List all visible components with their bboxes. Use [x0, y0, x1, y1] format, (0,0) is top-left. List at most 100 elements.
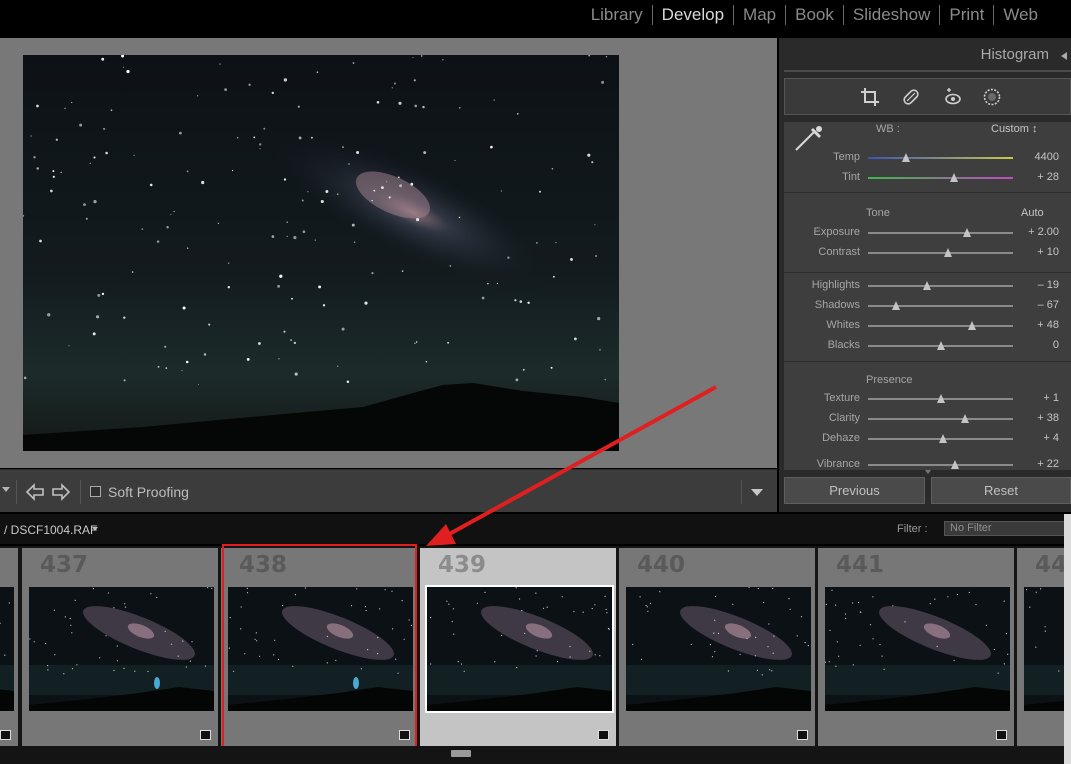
thumbnail[interactable] — [1024, 587, 1064, 711]
tint-slider[interactable] — [868, 177, 1013, 179]
red-eye-icon[interactable] — [943, 87, 963, 107]
exposure-slider[interactable] — [868, 232, 1013, 234]
contrast-slider-thumb[interactable] — [943, 248, 952, 257]
histogram-divider — [784, 70, 1071, 72]
histogram-title[interactable]: Histogram — [981, 46, 1049, 63]
module-web[interactable]: Web — [994, 5, 1047, 25]
image-toolbar: Soft Proofing — [0, 469, 777, 512]
exposure-value[interactable]: + 2.00 — [1011, 226, 1059, 238]
frame-number: 437 — [40, 552, 89, 578]
previous-button[interactable]: Previous — [784, 477, 925, 504]
temp-value[interactable]: 4400 — [1011, 151, 1059, 163]
chevron-down-icon[interactable] — [92, 527, 98, 531]
healing-brush-icon[interactable] — [901, 87, 921, 107]
arrow-left-icon[interactable] — [25, 482, 45, 502]
module-bar: Library Develop Map Book Slideshow Print Web — [0, 0, 1071, 36]
thumbnail[interactable] — [425, 585, 614, 713]
highlights-value[interactable]: – 19 — [1011, 279, 1059, 291]
clarity-slider-thumb[interactable] — [961, 414, 970, 423]
wb-label: WB : — [876, 123, 900, 135]
highlights-slider[interactable] — [868, 285, 1013, 287]
main-photo[interactable] — [23, 55, 619, 451]
filmstrip-scrollbar[interactable] — [0, 746, 1064, 764]
thumbnail[interactable] — [825, 587, 1010, 711]
filmstrip: 437 438 439 440 441 44 — [0, 546, 1064, 746]
soft-proofing-label: Soft Proofing — [108, 484, 189, 500]
contrast-value[interactable]: + 10 — [1011, 246, 1059, 258]
clarity-value[interactable]: + 38 — [1011, 412, 1059, 424]
filmstrip-cell[interactable] — [0, 548, 18, 746]
edited-badge-icon — [996, 730, 1007, 740]
shadows-slider[interactable] — [868, 305, 1013, 307]
image-view — [0, 38, 777, 468]
texture-value[interactable]: + 1 — [1011, 392, 1059, 404]
clarity-slider[interactable] — [868, 418, 1013, 420]
thumbnail[interactable] — [626, 587, 811, 711]
tool-strip — [784, 78, 1071, 115]
module-picker: Library Develop Map Book Slideshow Print Web — [582, 0, 1047, 30]
filmstrip-cell[interactable]: 440 — [619, 548, 815, 746]
temp-label: Temp — [833, 151, 860, 163]
scrollbar-thumb[interactable] — [451, 750, 471, 757]
dehaze-value[interactable]: + 4 — [1011, 432, 1059, 444]
texture-slider-thumb[interactable] — [936, 394, 945, 403]
shadows-slider-thumb[interactable] — [891, 301, 900, 310]
temp-slider[interactable] — [868, 157, 1013, 159]
filter-select[interactable]: No Filter — [944, 521, 1071, 536]
exposure-slider-thumb[interactable] — [962, 228, 971, 237]
thumbnail[interactable] — [0, 587, 14, 711]
tint-value[interactable]: + 28 — [1011, 171, 1059, 183]
shadows-value[interactable]: – 67 — [1011, 299, 1059, 311]
contrast-slider[interactable] — [868, 252, 1013, 254]
thumbnail-image — [626, 587, 811, 711]
toolbar-divider — [80, 480, 81, 504]
module-map[interactable]: Map — [734, 5, 785, 25]
crop-icon[interactable] — [860, 87, 880, 107]
window-edge — [1064, 514, 1071, 764]
dehaze-slider-thumb[interactable] — [939, 434, 948, 443]
filmstrip-cell[interactable]: 437 — [22, 548, 218, 746]
vibrance-value[interactable]: + 22 — [1011, 458, 1059, 470]
masking-icon[interactable] — [982, 87, 1002, 107]
thumbnail[interactable] — [29, 587, 214, 711]
eyedropper-icon[interactable] — [792, 124, 826, 154]
filmstrip-cell[interactable]: 439 — [420, 548, 616, 746]
auto-button[interactable]: Auto — [1021, 207, 1044, 219]
highlights-slider-thumb[interactable] — [923, 281, 932, 290]
chevron-down-icon[interactable] — [2, 487, 10, 492]
panel-end-marker — [925, 470, 931, 474]
soft-proofing-checkbox[interactable] — [90, 486, 101, 497]
filmstrip-cell[interactable]: 44 — [1017, 548, 1064, 746]
whites-value[interactable]: + 48 — [1011, 319, 1059, 331]
vibrance-slider[interactable] — [868, 464, 1013, 466]
toolbar-menu-icon[interactable] — [751, 489, 763, 496]
source-filename[interactable]: / DSCF1004.RAF — [4, 523, 97, 537]
reset-button[interactable]: Reset — [931, 477, 1071, 504]
whites-slider-thumb[interactable] — [968, 321, 977, 330]
arrow-right-icon[interactable] — [51, 482, 71, 502]
edited-badge-icon — [200, 730, 211, 740]
night-sky-image — [23, 55, 619, 451]
wb-select[interactable]: Custom ↕ — [991, 123, 1037, 135]
frame-number: 441 — [836, 552, 885, 578]
blacks-value[interactable]: 0 — [1011, 339, 1059, 351]
module-slideshow[interactable]: Slideshow — [844, 5, 940, 25]
module-print[interactable]: Print — [940, 5, 993, 25]
edited-badge-icon — [598, 730, 609, 740]
temp-slider-thumb[interactable] — [901, 153, 910, 162]
clarity-label: Clarity — [828, 412, 860, 424]
vibrance-slider-thumb[interactable] — [951, 460, 959, 469]
module-develop[interactable]: Develop — [653, 5, 733, 25]
whites-slider[interactable] — [868, 325, 1013, 327]
collapse-icon[interactable] — [1061, 52, 1067, 60]
thumbnail-image — [1024, 587, 1064, 711]
whites-label: Whites — [826, 319, 860, 331]
thumbnail-image — [825, 587, 1010, 711]
filmstrip-cell[interactable]: 441 — [818, 548, 1014, 746]
blacks-slider-thumb[interactable] — [936, 341, 945, 350]
tint-slider-thumb[interactable] — [949, 173, 958, 182]
highlights-label: Highlights — [811, 279, 860, 291]
module-library[interactable]: Library — [582, 5, 652, 25]
toolbar-divider — [16, 480, 17, 504]
module-book[interactable]: Book — [786, 5, 843, 25]
